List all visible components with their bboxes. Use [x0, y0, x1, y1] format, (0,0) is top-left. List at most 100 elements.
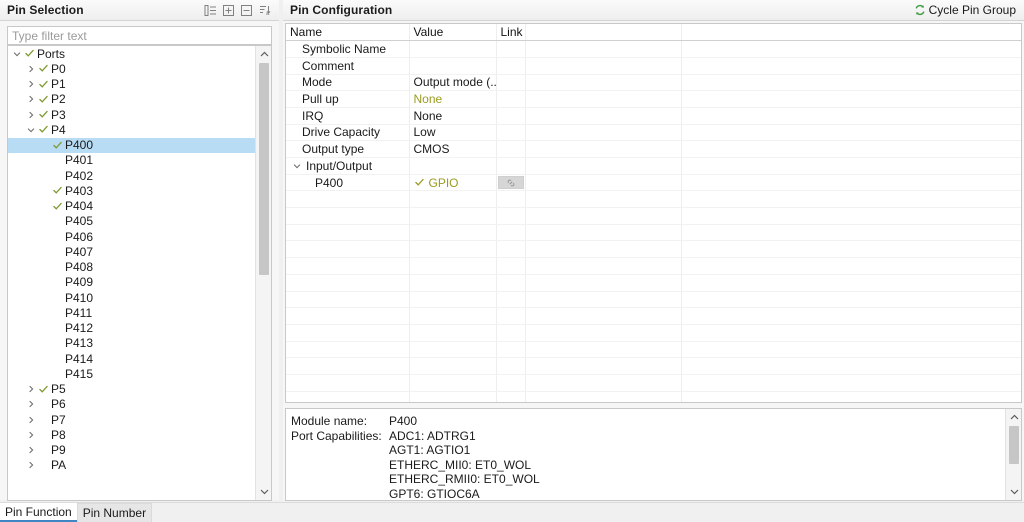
tree-item-p9[interactable]: P9	[8, 443, 255, 458]
detail-scroll-down-arrow-icon[interactable]	[1006, 484, 1021, 500]
table-row[interactable]: IRQ None	[286, 107, 1021, 125]
tree-item-p4[interactable]: P4	[8, 122, 255, 137]
tree-item-p0[interactable]: P0	[8, 61, 255, 76]
tree-item-p402[interactable]: P402	[8, 168, 255, 183]
detail-scrollbar[interactable]	[1005, 409, 1021, 500]
tree-item-p400[interactable]: P400	[8, 137, 255, 153]
tree-item-p412[interactable]: P412	[8, 321, 255, 336]
chevron-right-icon[interactable]	[24, 416, 37, 424]
detail-scrollbar-thumb[interactable]	[1009, 426, 1019, 464]
chevron-right-icon[interactable]	[24, 95, 37, 103]
scrollbar-thumb[interactable]	[259, 63, 269, 275]
empty-cell	[496, 374, 526, 392]
empty-cell	[496, 291, 526, 309]
chevron-right-icon[interactable]	[24, 400, 37, 408]
tree-item-p407[interactable]: P407	[8, 244, 255, 259]
cell-link[interactable]	[496, 174, 526, 192]
scroll-up-arrow-icon[interactable]	[256, 46, 271, 62]
value-cell-content: Low	[414, 125, 496, 139]
tree-item-p415[interactable]: P415	[8, 366, 255, 381]
table-row[interactable]: Pull up None	[286, 90, 1021, 108]
tree-item-p404[interactable]: P404	[8, 199, 255, 214]
scroll-down-arrow-icon[interactable]	[256, 484, 271, 500]
tab-pin-function[interactable]: Pin Function	[0, 503, 77, 522]
tree-item-p403[interactable]: P403	[8, 183, 255, 198]
table-row[interactable]: Comment	[286, 57, 1021, 75]
chevron-down-icon[interactable]	[290, 162, 303, 170]
column-header-name[interactable]: Name	[286, 24, 410, 42]
tree-item-p6[interactable]: P6	[8, 397, 255, 412]
tree-item-p406[interactable]: P406	[8, 229, 255, 244]
cell-value[interactable]	[409, 157, 497, 175]
chevron-right-icon[interactable]	[24, 461, 37, 469]
row-name-label: Input/Output	[306, 158, 373, 173]
cell-extra-1	[525, 174, 682, 192]
sort-alpha-icon[interactable]: a	[258, 4, 271, 17]
pin-config-table[interactable]: Name Value Link Symbolic Name Comment Mode…	[285, 23, 1022, 403]
chevron-right-icon[interactable]	[24, 431, 37, 439]
cell-name: Output type	[286, 140, 410, 158]
cell-link	[496, 157, 526, 175]
table-row[interactable]: Output type CMOS	[286, 140, 1021, 158]
tree-item-p411[interactable]: P411	[8, 305, 255, 320]
cell-value[interactable]	[409, 57, 497, 75]
tab-pin-number[interactable]: Pin Number	[76, 503, 153, 522]
detail-scroll-up-arrow-icon[interactable]	[1006, 409, 1021, 425]
cell-value[interactable]: None	[409, 107, 497, 125]
tree-item-ports[interactable]: Ports	[8, 46, 255, 61]
table-row[interactable]: Drive Capacity Low	[286, 124, 1021, 142]
cell-value[interactable]: CMOS	[409, 140, 497, 158]
pin-configuration-panel: Pin Configuration Cycle Pin Group Name V…	[283, 0, 1024, 501]
empty-cell	[409, 257, 497, 275]
chevron-down-icon[interactable]	[10, 50, 23, 58]
empty-cell	[409, 190, 497, 209]
ports-tree[interactable]: Ports P0 P1 P2 P3 P4 P400 P401 P402 P403 P404 P405 P…	[7, 45, 272, 501]
expand-all-icon[interactable]	[222, 4, 235, 17]
empty-cell	[286, 274, 410, 292]
table-row[interactable]: Symbolic Name	[286, 40, 1021, 58]
tree-item-p401[interactable]: P401	[8, 153, 255, 168]
tree-item-pa[interactable]: PA	[8, 458, 255, 473]
tree-item-p409[interactable]: P409	[8, 275, 255, 290]
cell-value[interactable]: GPIO	[409, 174, 497, 192]
chevron-down-icon[interactable]	[24, 126, 37, 134]
tree-item-p1[interactable]: P1	[8, 77, 255, 92]
tree-item-p3[interactable]: P3	[8, 107, 255, 122]
column-header-extra-2[interactable]	[681, 24, 1021, 42]
cell-link	[496, 74, 526, 92]
tree-item-p408[interactable]: P408	[8, 260, 255, 275]
name-cell-content: Output type	[290, 142, 408, 156]
tree-item-p410[interactable]: P410	[8, 290, 255, 305]
cell-value[interactable]: None	[409, 90, 497, 108]
tree-item-p8[interactable]: P8	[8, 427, 255, 442]
table-row[interactable]: P400 GPIO	[286, 174, 1021, 192]
tree-item-p413[interactable]: P413	[8, 336, 255, 351]
chevron-right-icon[interactable]	[24, 111, 37, 119]
tree-item-p7[interactable]: P7	[8, 412, 255, 427]
ports-tree-scrollbar[interactable]	[255, 46, 271, 500]
cell-value[interactable]: Low	[409, 124, 497, 142]
column-header-link[interactable]: Link	[496, 24, 526, 42]
chevron-right-icon[interactable]	[24, 385, 37, 393]
tree-item-p5[interactable]: P5	[8, 382, 255, 397]
chevron-right-icon[interactable]	[24, 80, 37, 88]
value-cell-content: Output mode (...	[414, 75, 496, 89]
cell-value[interactable]	[409, 40, 497, 58]
row-name-label: Symbolic Name	[302, 42, 387, 57]
collapse-all-icon[interactable]	[204, 4, 217, 17]
link-button[interactable]	[497, 176, 524, 190]
table-row[interactable]: Input/Output	[286, 157, 1021, 175]
empty-cell	[496, 324, 526, 342]
search-input[interactable]	[7, 26, 272, 45]
cell-value[interactable]: Output mode (...	[409, 74, 497, 92]
cycle-pin-group-button[interactable]: Cycle Pin Group	[914, 3, 1020, 17]
tree-item-p405[interactable]: P405	[8, 214, 255, 229]
tree-item-p414[interactable]: P414	[8, 351, 255, 366]
chevron-right-icon[interactable]	[24, 65, 37, 73]
chevron-right-icon[interactable]	[24, 446, 37, 454]
table-row[interactable]: Mode Output mode (...	[286, 74, 1021, 92]
column-header-extra-1[interactable]	[525, 24, 682, 42]
column-header-value[interactable]: Value	[409, 24, 497, 42]
collapse-icon[interactable]	[240, 4, 253, 17]
tree-item-p2[interactable]: P2	[8, 92, 255, 107]
